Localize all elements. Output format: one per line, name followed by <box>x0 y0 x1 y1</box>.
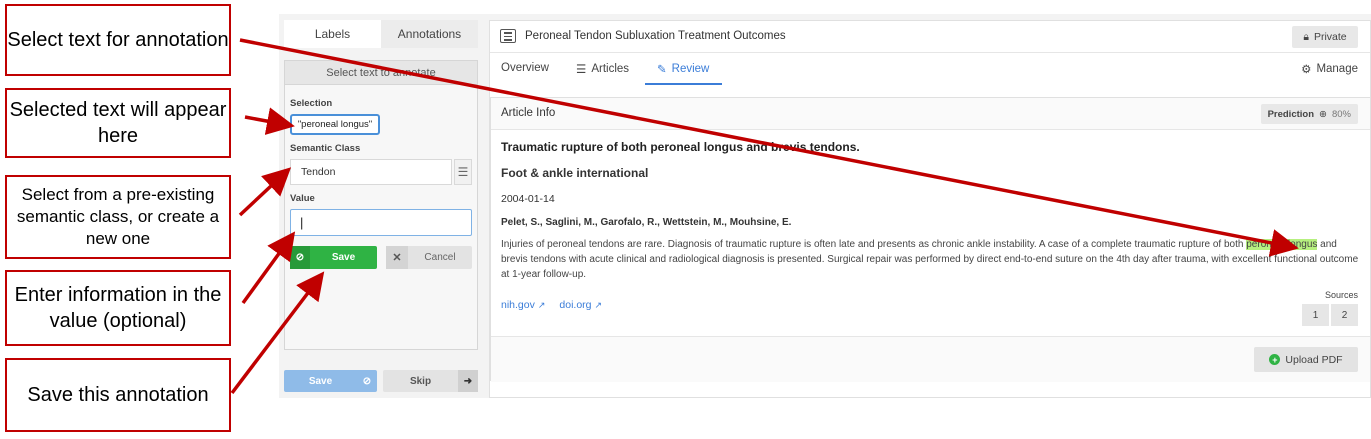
article-links: nih.gov ↗ doi.org ↗ <box>501 299 602 311</box>
tab-overview[interactable]: Overview <box>501 62 549 74</box>
list-icon: ☰ <box>576 64 587 76</box>
save-button[interactable]: ⊘ Save <box>290 246 377 269</box>
article-info-footer: + Upload PDF <box>491 336 1370 382</box>
private-label: Private <box>1313 31 1347 43</box>
plus-circle-icon: + <box>1269 354 1281 365</box>
plus-circle-icon: ⊕ <box>1319 108 1327 120</box>
source-button[interactable]: 2 <box>1331 304 1358 326</box>
callout-selected-text: Selected text will appear here <box>5 88 231 158</box>
external-link-icon: ↗ <box>594 299 603 310</box>
abstract-text: Injuries of peroneal tendons are rare. D… <box>501 239 1247 250</box>
article-info-title: Article Info <box>501 107 556 119</box>
pencil-icon: ✎ <box>657 64 667 76</box>
link-nih-label: nih.gov <box>501 299 535 311</box>
tab-articles[interactable]: ☰ Articles <box>576 62 629 76</box>
private-button[interactable]: 🔒︎ Private <box>1292 26 1358 48</box>
prediction-badge: Prediction ⊕ 80% <box>1260 104 1358 124</box>
tab-articles-label: Articles <box>591 63 630 75</box>
close-icon: ✕ <box>386 246 408 269</box>
highlighted-selection: peroneal longus <box>1246 239 1318 250</box>
tab-review-label: Review <box>671 63 710 75</box>
callout-text: Selected text will appear here <box>9 99 227 147</box>
tab-annotations[interactable]: Annotations <box>381 20 478 48</box>
gear-icon: ⚙ <box>1301 64 1312 76</box>
cancel-button[interactable]: ✕ Cancel <box>386 246 472 269</box>
tab-labels[interactable]: Labels <box>284 20 381 48</box>
review-save-button[interactable]: Save ⊘ <box>284 370 377 392</box>
callout-text: Select text for annotation <box>7 29 229 51</box>
list-icon[interactable]: ☰ <box>454 159 472 185</box>
sidebar-tabs: Labels Annotations <box>284 20 478 48</box>
article-date: 2004-01-14 <box>501 193 555 205</box>
external-link-icon: ↗ <box>537 299 546 310</box>
article-info-header: Article Info Prediction ⊕ 80% <box>491 98 1370 130</box>
skip-button[interactable]: Skip ➜ <box>383 370 478 392</box>
annotation-sidebar: Labels Annotations Select text to annota… <box>279 14 483 398</box>
source-button[interactable]: 1 <box>1302 304 1329 326</box>
link-nih[interactable]: nih.gov ↗ <box>501 299 545 311</box>
main-panel: Peroneal Tendon Subluxation Treatment Ou… <box>489 20 1371 398</box>
semantic-class-input[interactable]: Tendon <box>290 159 452 185</box>
check-circle-icon: ⊘ <box>362 375 372 387</box>
link-doi[interactable]: doi.org ↗ <box>559 299 602 311</box>
cancel-button-label: Cancel <box>424 252 456 263</box>
article-authors: Pelet, S., Saglini, M., Garofalo, R., We… <box>501 217 792 228</box>
project-title: Peroneal Tendon Subluxation Treatment Ou… <box>525 30 786 42</box>
review-save-label: Save <box>308 375 333 387</box>
upload-pdf-label: Upload PDF <box>1285 353 1343 366</box>
prediction-value: 80% <box>1331 108 1351 120</box>
semantic-class-label: Semantic Class <box>290 143 361 154</box>
tab-overview-label: Overview <box>501 62 549 74</box>
callout-select-text: Select text for annotation <box>5 4 231 76</box>
article-title: Traumatic rupture of both peroneal longu… <box>501 140 860 154</box>
callout-save: Save this annotation <box>5 358 231 432</box>
tab-review[interactable]: ✎ Review <box>657 62 709 76</box>
manage-button[interactable]: ⚙ Manage <box>1301 62 1358 76</box>
link-doi-label: doi.org <box>559 299 592 311</box>
value-label: Value <box>290 193 315 204</box>
lock-icon: 🔒︎ <box>1303 30 1309 43</box>
project-nav: Overview ☰ Articles ✎ Review ⚙ Manage <box>490 53 1370 85</box>
sources-label: Sources <box>1324 290 1358 300</box>
selection-chip: "peroneal longus" <box>290 114 380 135</box>
article-abstract[interactable]: Injuries of peroneal tendons are rare. D… <box>501 237 1361 282</box>
document-icon <box>500 29 516 43</box>
annotation-form-header: Select text to annotate <box>285 61 477 85</box>
callout-enter-value: Enter information in the value (optional… <box>5 270 231 346</box>
article-journal: Foot & ankle international <box>501 166 649 180</box>
callout-text: Enter information in the value (optional… <box>14 284 222 332</box>
upload-pdf-button[interactable]: + Upload PDF <box>1254 347 1358 372</box>
active-tab-indicator <box>645 83 722 85</box>
check-circle-icon: ⊘ <box>290 246 310 269</box>
sources-buttons: 1 2 <box>1302 304 1358 326</box>
callout-text: Select from a pre-existing semantic clas… <box>16 184 220 249</box>
skip-label: Skip <box>409 375 432 387</box>
save-button-label: Save <box>331 252 356 263</box>
manage-label: Manage <box>1316 63 1358 75</box>
project-header: Peroneal Tendon Subluxation Treatment Ou… <box>490 21 1370 53</box>
prediction-label: Prediction <box>1267 108 1315 120</box>
article-info-card: Article Info Prediction ⊕ 80% Traumatic … <box>490 97 1371 382</box>
arrow-right-circle-icon: ➜ <box>458 370 478 392</box>
annotation-form: Select text to annotate Selection "peron… <box>284 60 478 350</box>
callout-text: Save this annotation <box>27 384 209 406</box>
callout-semantic-class: Select from a pre-existing semantic clas… <box>5 175 231 259</box>
app-window: Labels Annotations Select text to annota… <box>279 14 1371 398</box>
value-input[interactable]: | <box>290 209 472 236</box>
selection-label: Selection <box>290 98 333 109</box>
